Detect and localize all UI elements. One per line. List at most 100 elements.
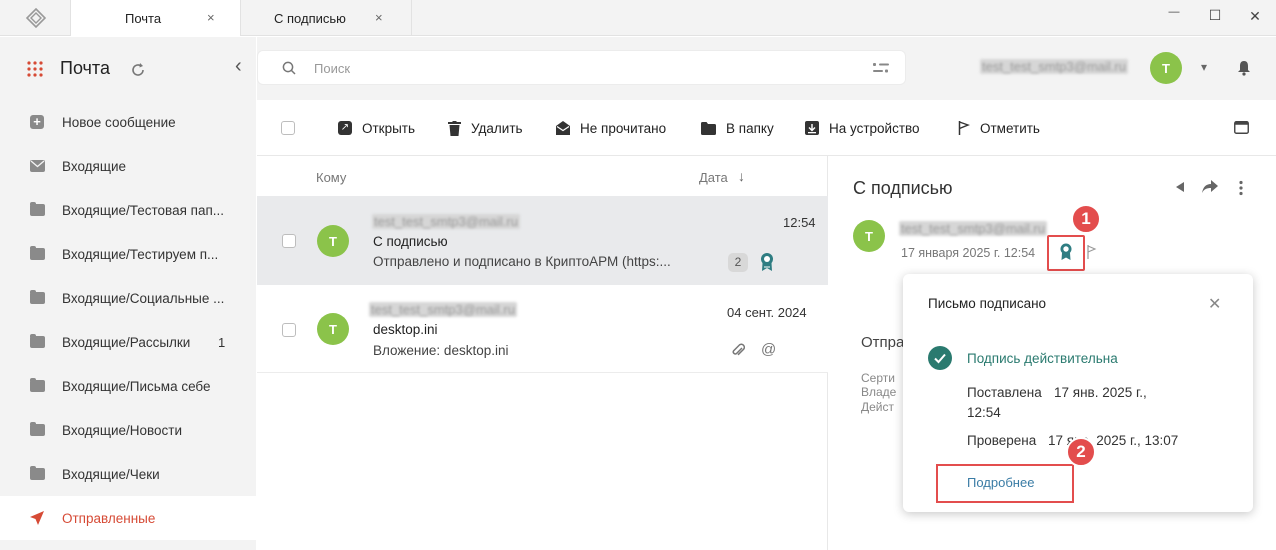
sidebar-item-social-folder[interactable]: Входящие/Социальные ... (0, 276, 256, 320)
reply-icon[interactable] (1174, 181, 1186, 193)
signature-popup: Письмо подписано ✕ Подпись действительна… (903, 274, 1253, 512)
save-to-device-label: На устройство (829, 120, 920, 136)
sidebar-item-label: Входящие/Социальные ... (62, 290, 225, 306)
sidebar-item-news-folder[interactable]: Входящие/Новости (0, 408, 256, 452)
sort-arrow-icon[interactable]: ↓ (738, 168, 745, 184)
sender-email: test_test_smtp3@mail.ru (899, 221, 1047, 236)
more-details-link[interactable]: Подробнее (967, 475, 1034, 490)
thread-count-badge: 2 (728, 253, 748, 272)
user-email: test_test_smtp3@mail.ru (980, 59, 1128, 74)
cert-detail-line: Серти (861, 371, 895, 385)
filter-icon[interactable] (873, 61, 889, 75)
folder-icon (30, 202, 45, 216)
at-sign-icon: @ (761, 341, 777, 358)
sidebar-item-receipts-folder[interactable]: Входящие/Чеки (0, 452, 256, 496)
folder-icon (30, 334, 45, 348)
sidebar-item-label: Входящие/Рассылки (62, 334, 191, 350)
window-close-button[interactable]: ✕ (1245, 8, 1265, 28)
maximize-button[interactable]: ☐ (1205, 7, 1225, 27)
trash-icon (448, 120, 461, 136)
apps-grid-icon[interactable] (27, 61, 43, 77)
open-label: Открыть (362, 120, 416, 136)
save-to-device-button[interactable]: На устройство (805, 118, 920, 138)
annotation-marker-1: 1 (1071, 204, 1101, 234)
cert-detail-line: Владе (861, 385, 897, 399)
tab-mail[interactable]: Почта × (70, 0, 241, 36)
account-dropdown-icon[interactable]: ▾ (1201, 60, 1207, 74)
folder-icon (30, 246, 45, 260)
bell-icon[interactable] (1237, 60, 1251, 76)
folder-icon (701, 121, 716, 135)
placed-label: Поставлена (967, 385, 1042, 400)
minimize-button[interactable]: — (1164, 6, 1184, 26)
title-bar: Почта × С подписью × — ☐ ✕ (0, 0, 1276, 36)
row-checkbox[interactable] (282, 234, 296, 248)
recipient-email: test_test_smtp3@mail.ru (372, 214, 520, 229)
sidebar-item-testing-folder[interactable]: Входящие/Тестируем п... (0, 232, 256, 276)
send-icon (30, 511, 44, 525)
tab-signed-close-icon[interactable]: × (375, 10, 383, 25)
message-row[interactable]: T test_test_smtp3@mail.ru С подписью Отп… (257, 196, 828, 285)
app-logo-icon (25, 7, 47, 29)
body-text: Отпра (861, 334, 905, 351)
message-row[interactable]: T test_test_smtp3@mail.ru desktop.ini Вл… (257, 285, 828, 373)
sidebar-item-label: Новое сообщение (62, 114, 176, 130)
search-box[interactable]: Поиск (257, 50, 906, 85)
user-avatar[interactable]: T (1150, 52, 1182, 84)
sidebar-item-label: Отправленные (62, 510, 156, 526)
message-preview: Отправлено и подписано в КриптоАРМ (http… (373, 254, 671, 269)
message-title: С подписью (853, 178, 953, 198)
column-header-date[interactable]: Дата (699, 170, 728, 185)
move-to-folder-button[interactable]: В папку (701, 118, 774, 138)
sidebar-item-inbox[interactable]: Входящие (0, 144, 256, 188)
tab-mail-label: Почта (125, 10, 162, 26)
envelope-icon (30, 160, 45, 172)
sidebar-item-label: Входящие/Письма себе (62, 378, 211, 394)
sidebar-item-test-folder[interactable]: Входящие/Тестовая пап... (0, 188, 256, 232)
message-preview: Вложение: desktop.ini (373, 343, 509, 358)
unread-count: 1 (218, 334, 226, 350)
flag-icon (958, 121, 970, 135)
more-options-icon[interactable] (1239, 180, 1243, 196)
refresh-icon[interactable] (130, 62, 146, 78)
sidebar-item-self-folder[interactable]: Входящие/Письма себе (0, 364, 256, 408)
mark-unread-button[interactable]: Не прочитано (556, 118, 666, 138)
mail-open-icon (556, 121, 570, 135)
sidebar-item-label: Входящие/Чеки (62, 466, 160, 482)
sidebar-item-new-message[interactable]: + Новое сообщение (0, 100, 256, 144)
message-date: 04 сент. 2024 (727, 305, 807, 320)
folder-icon (30, 290, 45, 304)
open-button[interactable]: ↗ Открыть (338, 118, 415, 138)
sidebar-item-sent[interactable]: Отправленные (0, 496, 256, 540)
popup-close-button[interactable]: ✕ (1208, 294, 1221, 314)
select-all-checkbox[interactable] (281, 121, 295, 135)
message-list: Кому Дата ↓ T test_test_smtp3@mail.ru С … (257, 156, 828, 550)
signature-status: Подпись действительна (967, 351, 1118, 366)
message-date: 12:54 (783, 215, 816, 230)
signature-badge-icon[interactable] (759, 252, 775, 272)
flag-icon[interactable] (1087, 245, 1097, 259)
collapse-sidebar-button[interactable]: ‹ (235, 55, 242, 78)
recipient-email: test_test_smtp3@mail.ru (369, 302, 517, 317)
column-header-to[interactable]: Кому (316, 170, 346, 185)
flag-button[interactable]: Отметить (958, 118, 1040, 138)
app-title: Почта (60, 58, 110, 78)
plus-icon: + (30, 115, 44, 129)
row-checkbox[interactable] (282, 323, 296, 337)
cert-detail-line: Дейст (861, 400, 894, 414)
layout-toggle-icon[interactable] (1234, 121, 1249, 134)
message-subject: desktop.ini (373, 322, 438, 337)
message-date: 17 января 2025 г. 12:54 (901, 246, 1036, 260)
signature-badge-icon (1059, 243, 1073, 261)
search-input[interactable]: Поиск (314, 61, 350, 76)
signature-indicator[interactable] (1047, 235, 1085, 271)
folder-icon (30, 422, 45, 436)
delete-button[interactable]: Удалить (448, 118, 523, 138)
forward-icon[interactable] (1202, 180, 1218, 194)
tab-signed[interactable]: С подписью × (241, 0, 412, 36)
sidebar-item-newsletters-folder[interactable]: Входящие/Рассылки 1 (0, 320, 256, 364)
message-subject: С подписью (373, 234, 448, 249)
folder-icon (30, 378, 45, 392)
tab-signed-label: С подписью (274, 10, 346, 26)
tab-mail-close-icon[interactable]: × (207, 10, 215, 25)
